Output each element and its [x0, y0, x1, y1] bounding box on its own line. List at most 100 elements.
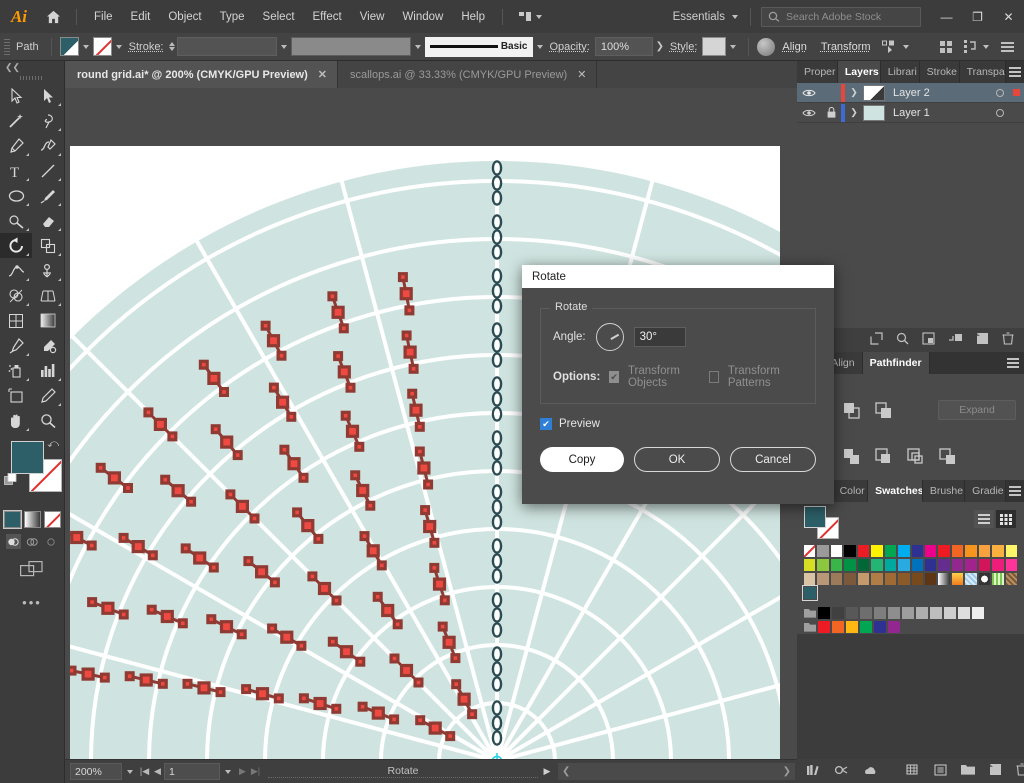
close-button[interactable]: ✕ [993, 0, 1024, 33]
close-icon[interactable]: ✕ [577, 68, 586, 81]
swatch-gray-3[interactable] [859, 606, 873, 620]
swatch-bright-yellow[interactable] [845, 620, 859, 634]
fill-color-swatch[interactable] [59, 37, 79, 56]
ellipse-tool[interactable] [0, 183, 32, 208]
swatch-grass[interactable] [829, 558, 844, 572]
rotate-tool[interactable] [0, 233, 32, 258]
arrange-documents-button[interactable] [511, 9, 550, 24]
swatch-gray-7[interactable] [915, 606, 929, 620]
angle-dial[interactable] [595, 323, 624, 351]
menu-effect[interactable]: Effect [304, 7, 351, 27]
opacity-label[interactable]: Opacity: [550, 41, 590, 53]
previous-artboard-button[interactable]: ◀ [151, 766, 164, 777]
select-similar-options[interactable] [878, 40, 909, 54]
swatch-gradient-yellow-orange[interactable] [950, 572, 965, 586]
swatch-pattern-circle[interactable] [977, 572, 992, 586]
outline-icon[interactable] [937, 446, 957, 466]
tab-transparency[interactable]: Transpa [959, 61, 1006, 83]
swatch-blue[interactable] [910, 544, 924, 558]
create-sublayer-icon[interactable] [922, 332, 935, 348]
swatch-yellow[interactable] [870, 544, 884, 558]
make-clipping-mask-icon[interactable] [870, 332, 883, 348]
tab-layers[interactable]: Layers [837, 61, 881, 83]
swatch-orange[interactable] [950, 544, 965, 558]
status-indicator[interactable]: Rotate [268, 765, 538, 778]
stroke-weight-input[interactable] [176, 37, 277, 56]
swatches-panel-menu-icon[interactable] [1006, 480, 1024, 502]
layer-row-2[interactable]: ❯ Layer 2 [797, 83, 1024, 103]
swatch-coffee[interactable] [843, 572, 857, 586]
swatch-violet[interactable] [950, 558, 965, 572]
swatch-group-folder-bright[interactable] [803, 620, 817, 634]
adobe-stock-search[interactable]: Search Adobe Stock [761, 6, 921, 27]
scroll-right-icon[interactable]: ❯ [779, 766, 795, 777]
minus-front-icon[interactable] [841, 400, 861, 420]
curvature-tool[interactable] [32, 133, 64, 158]
swatch-gray-6[interactable] [901, 606, 915, 620]
opacity-input[interactable]: 100% [594, 37, 653, 56]
artboard-dropdown-icon[interactable] [220, 770, 236, 774]
expand-button[interactable]: Expand [938, 400, 1016, 420]
transform-patterns-checkbox[interactable] [709, 371, 719, 383]
transform-button[interactable]: Transform [814, 41, 878, 53]
menu-help[interactable]: Help [452, 7, 494, 27]
horizontal-scrollbar[interactable]: ❮ ❯ [558, 763, 1024, 780]
fill-dropdown-icon[interactable] [79, 37, 93, 56]
swatch-gray-1[interactable] [831, 606, 845, 620]
swatch-tangerine[interactable] [977, 544, 992, 558]
copy-button[interactable]: Copy [540, 447, 624, 472]
swatch-black[interactable] [843, 544, 857, 558]
arrange-objects-icon[interactable] [940, 40, 952, 53]
artboard-number-input[interactable]: 1 [164, 763, 220, 780]
swatch-khaki[interactable] [829, 572, 844, 586]
stroke-label[interactable]: Stroke: [129, 41, 164, 53]
color-group-icon[interactable] [834, 764, 848, 779]
edit-toolbar-button[interactable]: ••• [0, 579, 64, 610]
swatch-forest[interactable] [843, 558, 857, 572]
menu-file[interactable]: File [85, 7, 122, 27]
color-mode-button[interactable] [2, 510, 22, 529]
target-indicator-icon[interactable] [992, 108, 1008, 117]
toolbar-fill-swatch[interactable] [11, 441, 44, 474]
swatches-fill-swatch[interactable] [804, 506, 826, 528]
swatch-hot-pink[interactable] [1004, 558, 1018, 572]
minimize-button[interactable]: — [931, 0, 962, 33]
swatch-custom-teal[interactable] [802, 585, 818, 601]
lock-icon[interactable] [821, 107, 841, 118]
new-color-group-icon[interactable] [961, 764, 975, 778]
swatch-plum[interactable] [964, 558, 978, 572]
swatch-gray-8[interactable] [929, 606, 943, 620]
width-tool[interactable] [0, 258, 32, 283]
swatch-amber[interactable] [964, 544, 978, 558]
eraser-tool[interactable] [32, 208, 64, 233]
swap-fill-stroke-icon[interactable]: ⤺ [47, 438, 59, 451]
swatch-dark-green[interactable] [856, 558, 871, 572]
tab-color-guide[interactable]: Color [832, 480, 869, 502]
maximize-button[interactable]: ❐ [962, 0, 993, 33]
tab-libraries[interactable]: Librari [880, 61, 920, 83]
visibility-eye-icon[interactable] [797, 88, 821, 98]
swatch-bright-green[interactable] [859, 620, 873, 634]
swatch-white[interactable] [829, 544, 844, 558]
crop-icon[interactable] [905, 446, 925, 466]
swatch-gray-9[interactable] [943, 606, 957, 620]
stroke-profile-dropdown-icon[interactable] [411, 37, 425, 56]
swatch-green[interactable] [883, 544, 898, 558]
none-mode-button[interactable] [43, 511, 61, 528]
selection-tool[interactable] [0, 83, 32, 108]
swatch-navy[interactable] [923, 558, 938, 572]
direct-selection-tool[interactable] [32, 83, 64, 108]
brush-dropdown-icon[interactable] [533, 37, 547, 56]
tab-stroke[interactable]: Stroke [919, 61, 960, 83]
rotate-dialog[interactable]: Rotate Rotate Angle: 30° Options: ✔ Tran… [522, 265, 834, 504]
grid-view-icon[interactable] [996, 510, 1016, 528]
collapse-toolbar-button[interactable]: ❮❮ [0, 61, 64, 73]
scroll-left-icon[interactable]: ❮ [558, 766, 574, 777]
swatch-lime[interactable] [803, 558, 817, 572]
swatch-light-green[interactable] [816, 558, 830, 572]
target-indicator-icon[interactable] [992, 88, 1008, 97]
swatch-red[interactable] [856, 544, 871, 558]
preview-checkbox[interactable]: ✔ [540, 418, 552, 430]
scale-tool[interactable] [32, 233, 64, 258]
style-label[interactable]: Style: [670, 41, 698, 53]
